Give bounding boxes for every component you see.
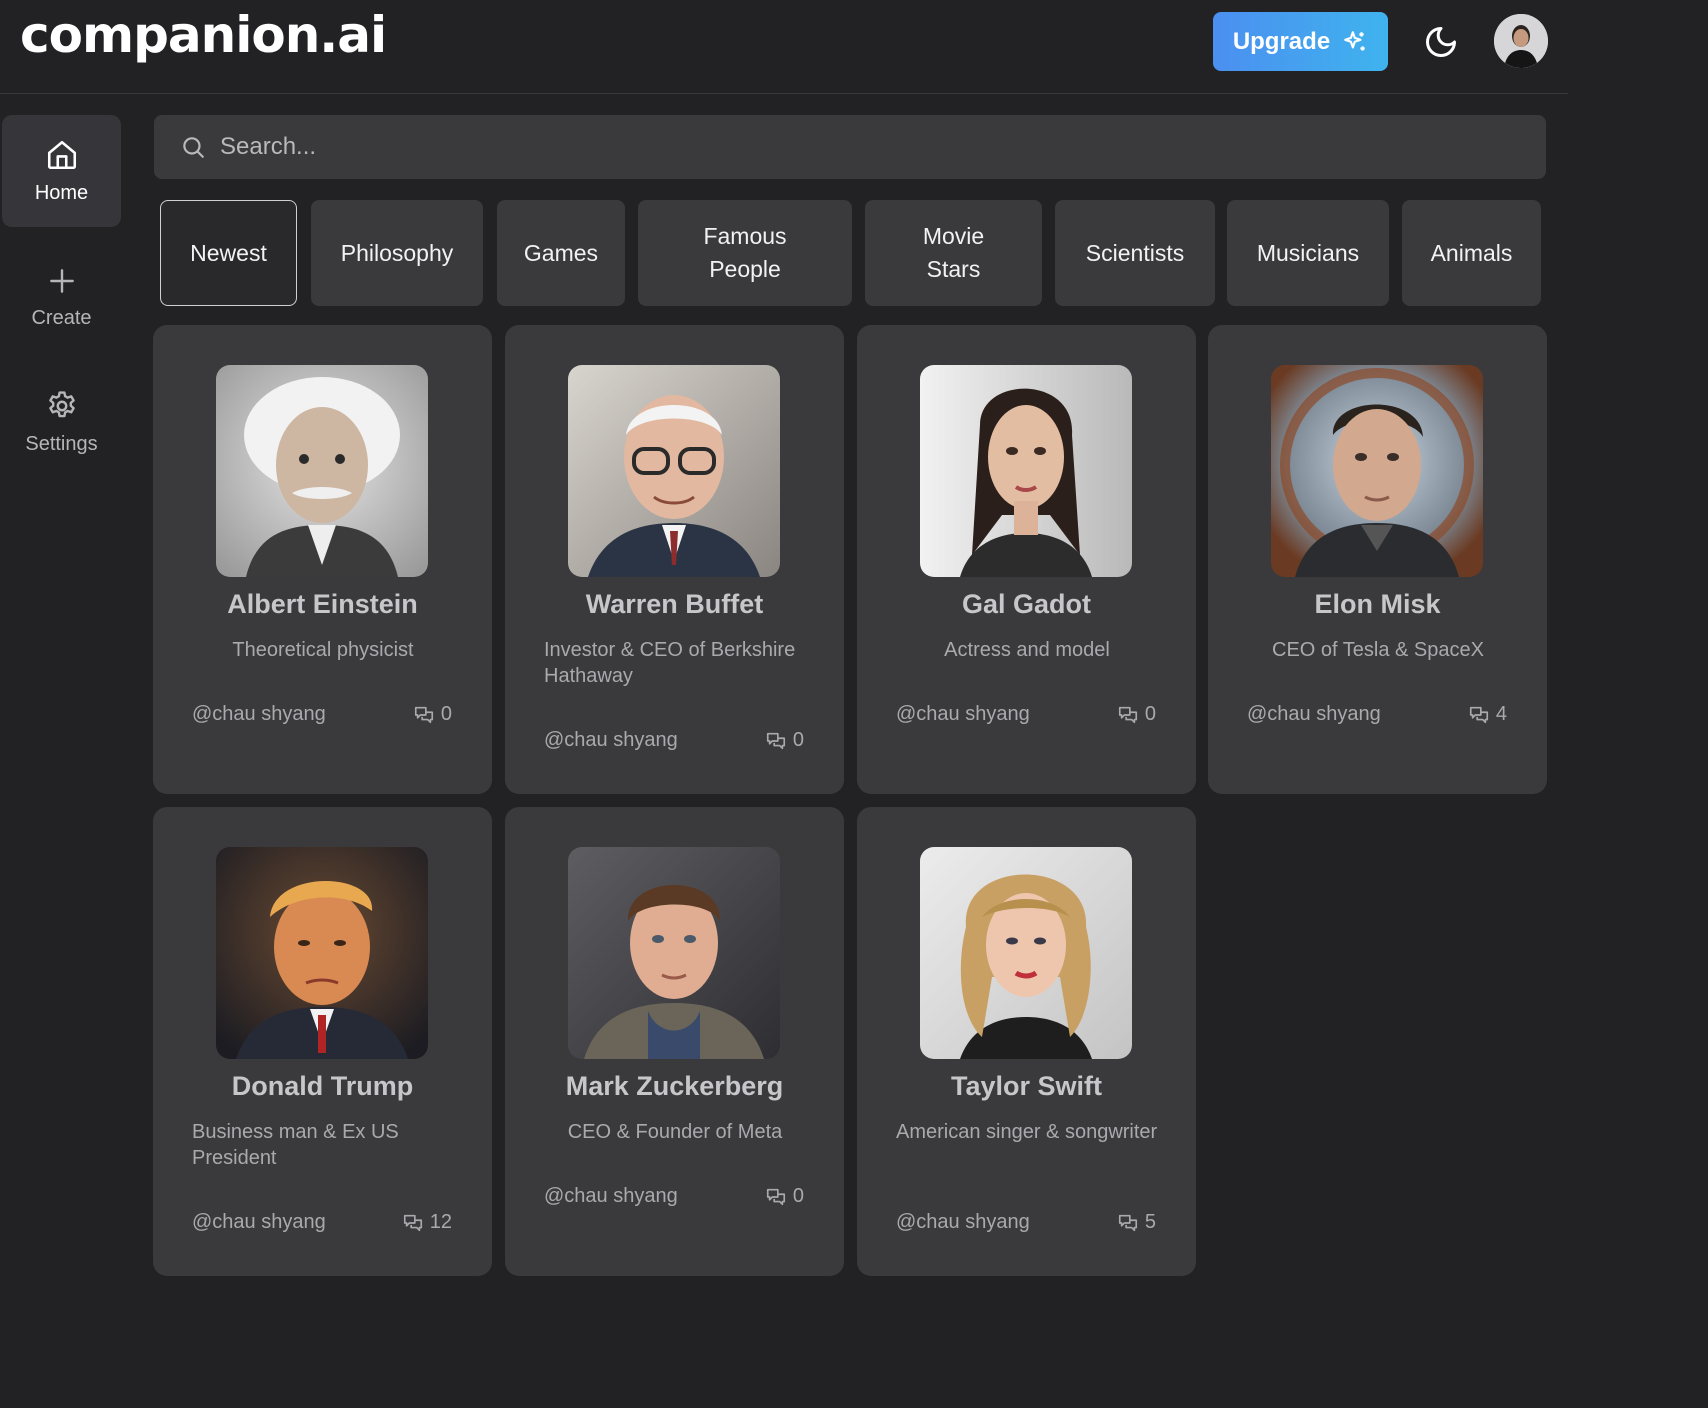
- category-games[interactable]: Games: [497, 200, 625, 306]
- sidebar-item-label: Create: [31, 306, 92, 329]
- sidebar-item-home[interactable]: Home: [2, 115, 121, 227]
- message-count: 12: [402, 1211, 452, 1234]
- sidebar-item-create[interactable]: Create: [2, 241, 121, 353]
- companion-description: Actress and model: [944, 639, 1110, 661]
- companion-footer: @chau shyang 12: [192, 1211, 452, 1234]
- category-musicians[interactable]: Musicians: [1227, 200, 1389, 306]
- companion-footer: @chau shyang 0: [192, 703, 452, 726]
- companion-description: Theoretical physicist: [232, 639, 414, 661]
- messages-icon: [1118, 1214, 1137, 1231]
- companion-name: Donald Trump: [231, 1071, 414, 1101]
- companion-card-elon-misk[interactable]: Elon Misk CEO of Tesla & SpaceX @chau sh…: [1208, 325, 1547, 794]
- companion-name: Taylor Swift: [950, 1071, 1103, 1101]
- user-avatar[interactable]: [1494, 14, 1548, 68]
- companion-author: @chau shyang: [544, 729, 678, 751]
- plus-icon: [49, 268, 74, 293]
- companion-portrait: [1271, 365, 1483, 577]
- companion-author: @chau shyang: [544, 1185, 678, 1207]
- companion-card-gal-gadot[interactable]: Gal Gadot Actress and model @chau shyang…: [857, 325, 1196, 794]
- messages-icon: [1118, 706, 1137, 723]
- companion-footer: @chau shyang 5: [896, 1211, 1156, 1234]
- category-philosophy[interactable]: Philosophy: [311, 200, 483, 306]
- category-scientists[interactable]: Scientists: [1055, 200, 1215, 306]
- moon-icon[interactable]: [1423, 24, 1459, 60]
- companion-name: Mark Zuckerberg: [565, 1071, 784, 1101]
- message-count: 0: [1117, 703, 1156, 726]
- category-movie-stars[interactable]: Movie Stars: [865, 200, 1042, 306]
- top-bar: companion.ai Upgrade: [0, 0, 1568, 94]
- category-newest[interactable]: Newest: [160, 200, 297, 306]
- companion-description: CEO of Tesla & SpaceX: [1272, 639, 1484, 661]
- companion-description: American singer & songwriter: [896, 1121, 1158, 1143]
- sparkles-icon: [1344, 30, 1365, 51]
- category-animals[interactable]: Animals: [1402, 200, 1541, 306]
- companion-author: @chau shyang: [192, 703, 326, 725]
- message-count: 5: [1117, 1211, 1156, 1234]
- upgrade-label: Upgrade: [1232, 27, 1331, 55]
- companion-card-donald-trump[interactable]: Donald Trump Business man & Ex US Presid…: [153, 807, 492, 1276]
- messages-icon: [1469, 706, 1488, 723]
- companion-description: CEO & Founder of Meta: [567, 1121, 783, 1143]
- companion-author: @chau shyang: [1247, 703, 1381, 725]
- companion-card-taylor-swift[interactable]: Taylor Swift American singer & songwrite…: [857, 807, 1196, 1276]
- sidebar-item-settings[interactable]: Settings: [2, 366, 121, 478]
- companion-name: Elon Misk: [1314, 589, 1441, 619]
- companion-portrait: [216, 847, 428, 1059]
- messages-icon: [414, 706, 433, 723]
- search-icon: [183, 137, 204, 158]
- message-count: 4: [1468, 703, 1507, 726]
- companion-author: @chau shyang: [192, 1211, 326, 1233]
- companion-portrait: [920, 365, 1132, 577]
- companion-portrait: [216, 365, 428, 577]
- search-input[interactable]: [220, 133, 1520, 161]
- sidebar-item-label: Settings: [25, 432, 98, 455]
- companion-author: @chau shyang: [896, 703, 1030, 725]
- messages-icon: [766, 1188, 785, 1205]
- companion-card-mark-zuckerberg[interactable]: Mark Zuckerberg CEO & Founder of Meta @c…: [505, 807, 844, 1276]
- companion-portrait: [568, 847, 780, 1059]
- companion-portrait: [920, 847, 1132, 1059]
- companion-footer: @chau shyang 0: [544, 729, 804, 752]
- app-logo[interactable]: companion.ai: [20, 6, 387, 64]
- companion-description: Business man & Ex US President: [192, 1121, 399, 1169]
- messages-icon: [766, 732, 785, 749]
- gear-icon: [48, 390, 75, 417]
- sidebar-item-label: Home: [34, 181, 89, 204]
- companion-footer: @chau shyang 0: [896, 703, 1156, 726]
- companion-name: Warren Buffet: [585, 589, 764, 619]
- companion-footer: @chau shyang 0: [544, 1185, 804, 1208]
- upgrade-button[interactable]: Upgrade: [1213, 12, 1388, 71]
- companion-footer: @chau shyang 4: [1247, 703, 1507, 726]
- companion-portrait: [568, 365, 780, 577]
- message-count: 0: [765, 729, 804, 752]
- category-famous-people[interactable]: Famous People: [638, 200, 852, 306]
- companion-card-albert-einstein[interactable]: Albert Einstein Theoretical physicist @c…: [153, 325, 492, 794]
- message-count: 0: [413, 703, 452, 726]
- message-count: 0: [765, 1185, 804, 1208]
- companion-description: Investor & CEO of Berkshire Hathaway: [544, 639, 796, 687]
- companion-card-warren-buffet[interactable]: Warren Buffet Investor & CEO of Berkshir…: [505, 325, 844, 794]
- companion-author: @chau shyang: [896, 1211, 1030, 1233]
- companion-name: Albert Einstein: [227, 589, 418, 619]
- companion-name: Gal Gadot: [961, 589, 1091, 619]
- search-bar[interactable]: [154, 115, 1546, 179]
- messages-icon: [403, 1214, 422, 1231]
- home-icon: [47, 140, 76, 169]
